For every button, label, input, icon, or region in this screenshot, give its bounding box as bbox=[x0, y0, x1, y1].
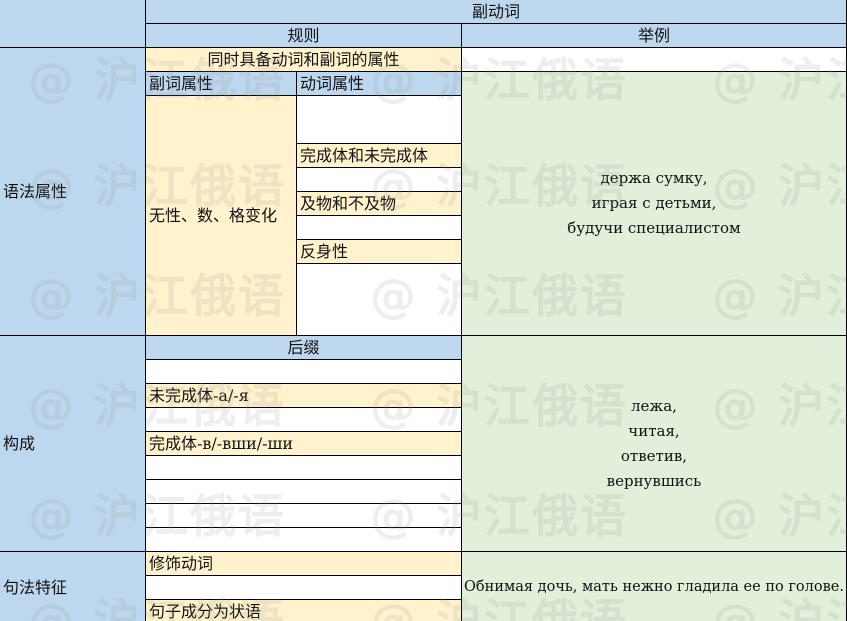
empty-cell bbox=[146, 408, 462, 432]
syntax-row-label: 句法特征 bbox=[0, 552, 146, 621]
imperfective-suffix-cell: 未完成体-а/-я bbox=[146, 384, 462, 408]
modifies-verb-cell: 修饰动词 bbox=[146, 552, 462, 576]
empty-cell bbox=[146, 528, 462, 552]
table-title: 副动词 bbox=[146, 0, 847, 24]
adverb-attr-value: 无性、数、格变化 bbox=[146, 96, 297, 336]
grammar-examples-cell: держа сумку, играя с детьми, будучи спец… bbox=[462, 72, 847, 336]
example-line: ответив, bbox=[620, 446, 688, 465]
suffix-header: 后缀 bbox=[146, 336, 462, 360]
corner-cell bbox=[0, 0, 146, 48]
verb-attr-header: 动词属性 bbox=[297, 72, 462, 96]
rules-header: 规则 bbox=[146, 24, 462, 48]
empty-cell bbox=[146, 480, 462, 504]
empty-cell bbox=[146, 576, 462, 600]
formation-examples-cell: лежа, читая, ответив, вернувшись bbox=[462, 336, 847, 552]
example-line: будучи специалистом bbox=[567, 219, 741, 237]
verb-aspect-cell: 完成体和未完成体 bbox=[297, 144, 462, 168]
empty-cell bbox=[297, 216, 462, 240]
verb-reflexive-cell: 反身性 bbox=[297, 240, 462, 264]
grammar-row-label: 语法属性 bbox=[0, 48, 146, 336]
example-line: читая, bbox=[628, 421, 680, 440]
example-line: вернувшись bbox=[606, 471, 702, 490]
adverb-attr-header: 副词属性 bbox=[146, 72, 297, 96]
adverbial-role-cell: 句子成分为状语 bbox=[146, 600, 462, 621]
syntax-example-cell: Обнимая дочь, мать нежно гладила ее по г… bbox=[462, 552, 847, 621]
empty-cell bbox=[297, 168, 462, 192]
empty-cell bbox=[297, 264, 462, 336]
empty-cell bbox=[297, 96, 462, 144]
perfective-suffix-cell: 完成体-в/-вши/-ши bbox=[146, 432, 462, 456]
example-line: лежа, bbox=[631, 396, 677, 415]
formation-row-label: 构成 bbox=[0, 336, 146, 552]
examples-header: 举例 bbox=[462, 24, 847, 48]
empty-cell bbox=[462, 48, 847, 72]
empty-cell bbox=[146, 456, 462, 480]
grammar-table: 副动词 规则 举例 语法属性 同时具备动词和副词的属性 副词属性 动词属性 де… bbox=[0, 0, 847, 621]
both-attributes-cell: 同时具备动词和副词的属性 bbox=[146, 48, 462, 72]
verb-transitivity-cell: 及物和不及物 bbox=[297, 192, 462, 216]
example-line: играя с детьми, bbox=[591, 194, 717, 212]
empty-cell bbox=[146, 504, 462, 528]
example-line: держа сумку, bbox=[600, 169, 708, 187]
empty-cell bbox=[146, 360, 462, 384]
